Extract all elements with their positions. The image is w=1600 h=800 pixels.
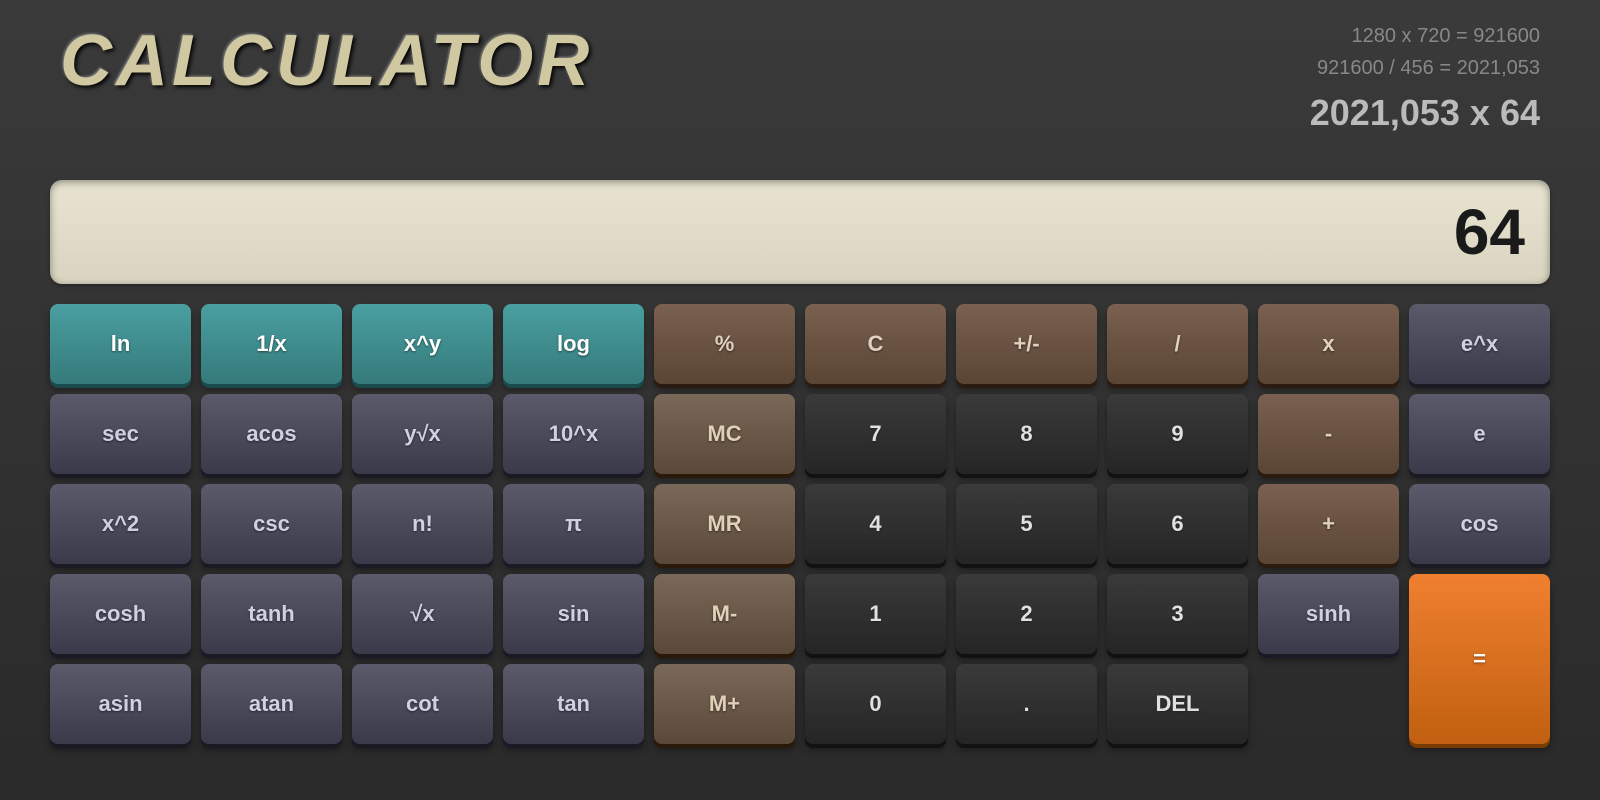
d3-button[interactable]: 3: [1107, 574, 1248, 654]
asin-button[interactable]: asin: [50, 664, 191, 744]
del-button[interactable]: DEL: [1107, 664, 1248, 744]
e-button[interactable]: e: [1409, 394, 1550, 474]
plus-button[interactable]: +: [1258, 484, 1399, 564]
cosh-button[interactable]: cosh: [50, 574, 191, 654]
display-value: 64: [1454, 195, 1525, 269]
xpow2-button[interactable]: x^2: [50, 484, 191, 564]
multiply-button[interactable]: x: [1258, 304, 1399, 384]
d1-button[interactable]: 1: [805, 574, 946, 654]
xpowy-button[interactable]: x^y: [352, 304, 493, 384]
tan-button[interactable]: tan: [503, 664, 644, 744]
buttons-grid: ln 1/x x^y log % C +/- / x e^x sec acos …: [50, 304, 1550, 744]
d5-button[interactable]: 5: [956, 484, 1097, 564]
clear-button[interactable]: C: [805, 304, 946, 384]
factorial-button[interactable]: n!: [352, 484, 493, 564]
d7-button[interactable]: 7: [805, 394, 946, 474]
mplus-button[interactable]: M+: [654, 664, 795, 744]
cot-button[interactable]: cot: [352, 664, 493, 744]
cos-button[interactable]: cos: [1409, 484, 1550, 564]
sec-button[interactable]: sec: [50, 394, 191, 474]
equals-button[interactable]: =: [1409, 574, 1550, 744]
history-line3: 2021,053 x 64: [1310, 84, 1540, 142]
dot-button[interactable]: .: [956, 664, 1097, 744]
percent-button[interactable]: %: [654, 304, 795, 384]
d0-button[interactable]: 0: [805, 664, 946, 744]
d4-button[interactable]: 4: [805, 484, 946, 564]
d6-button[interactable]: 6: [1107, 484, 1248, 564]
atan-button[interactable]: atan: [201, 664, 342, 744]
mminus-button[interactable]: M-: [654, 574, 795, 654]
epowx-button[interactable]: e^x: [1409, 304, 1550, 384]
log-button[interactable]: log: [503, 304, 644, 384]
sqrtx-button[interactable]: √x: [352, 574, 493, 654]
acos-button[interactable]: acos: [201, 394, 342, 474]
onex-button[interactable]: 1/x: [201, 304, 342, 384]
calculator: CALCULATOR 1280 x 720 = 921600 921600 / …: [0, 0, 1600, 800]
mr-button[interactable]: MR: [654, 484, 795, 564]
sinh-button[interactable]: sinh: [1258, 574, 1399, 654]
display: 64: [50, 180, 1550, 284]
tenpowx-button[interactable]: 10^x: [503, 394, 644, 474]
mc-button[interactable]: MC: [654, 394, 795, 474]
pi-button[interactable]: π: [503, 484, 644, 564]
history-line1: 1280 x 720 = 921600: [1310, 20, 1540, 52]
sin-button[interactable]: sin: [503, 574, 644, 654]
divide-button[interactable]: /: [1107, 304, 1248, 384]
yrootx-button[interactable]: y√x: [352, 394, 493, 474]
d9-button[interactable]: 9: [1107, 394, 1248, 474]
minus-button[interactable]: -: [1258, 394, 1399, 474]
d2-button[interactable]: 2: [956, 574, 1097, 654]
history-line2: 921600 / 456 = 2021,053: [1310, 52, 1540, 84]
tanh-button[interactable]: tanh: [201, 574, 342, 654]
app-title: CALCULATOR: [60, 20, 593, 102]
ln-button[interactable]: ln: [50, 304, 191, 384]
csc-button[interactable]: csc: [201, 484, 342, 564]
d8-button[interactable]: 8: [956, 394, 1097, 474]
history-display: 1280 x 720 = 921600 921600 / 456 = 2021,…: [1310, 20, 1540, 142]
plusminus-button[interactable]: +/-: [956, 304, 1097, 384]
